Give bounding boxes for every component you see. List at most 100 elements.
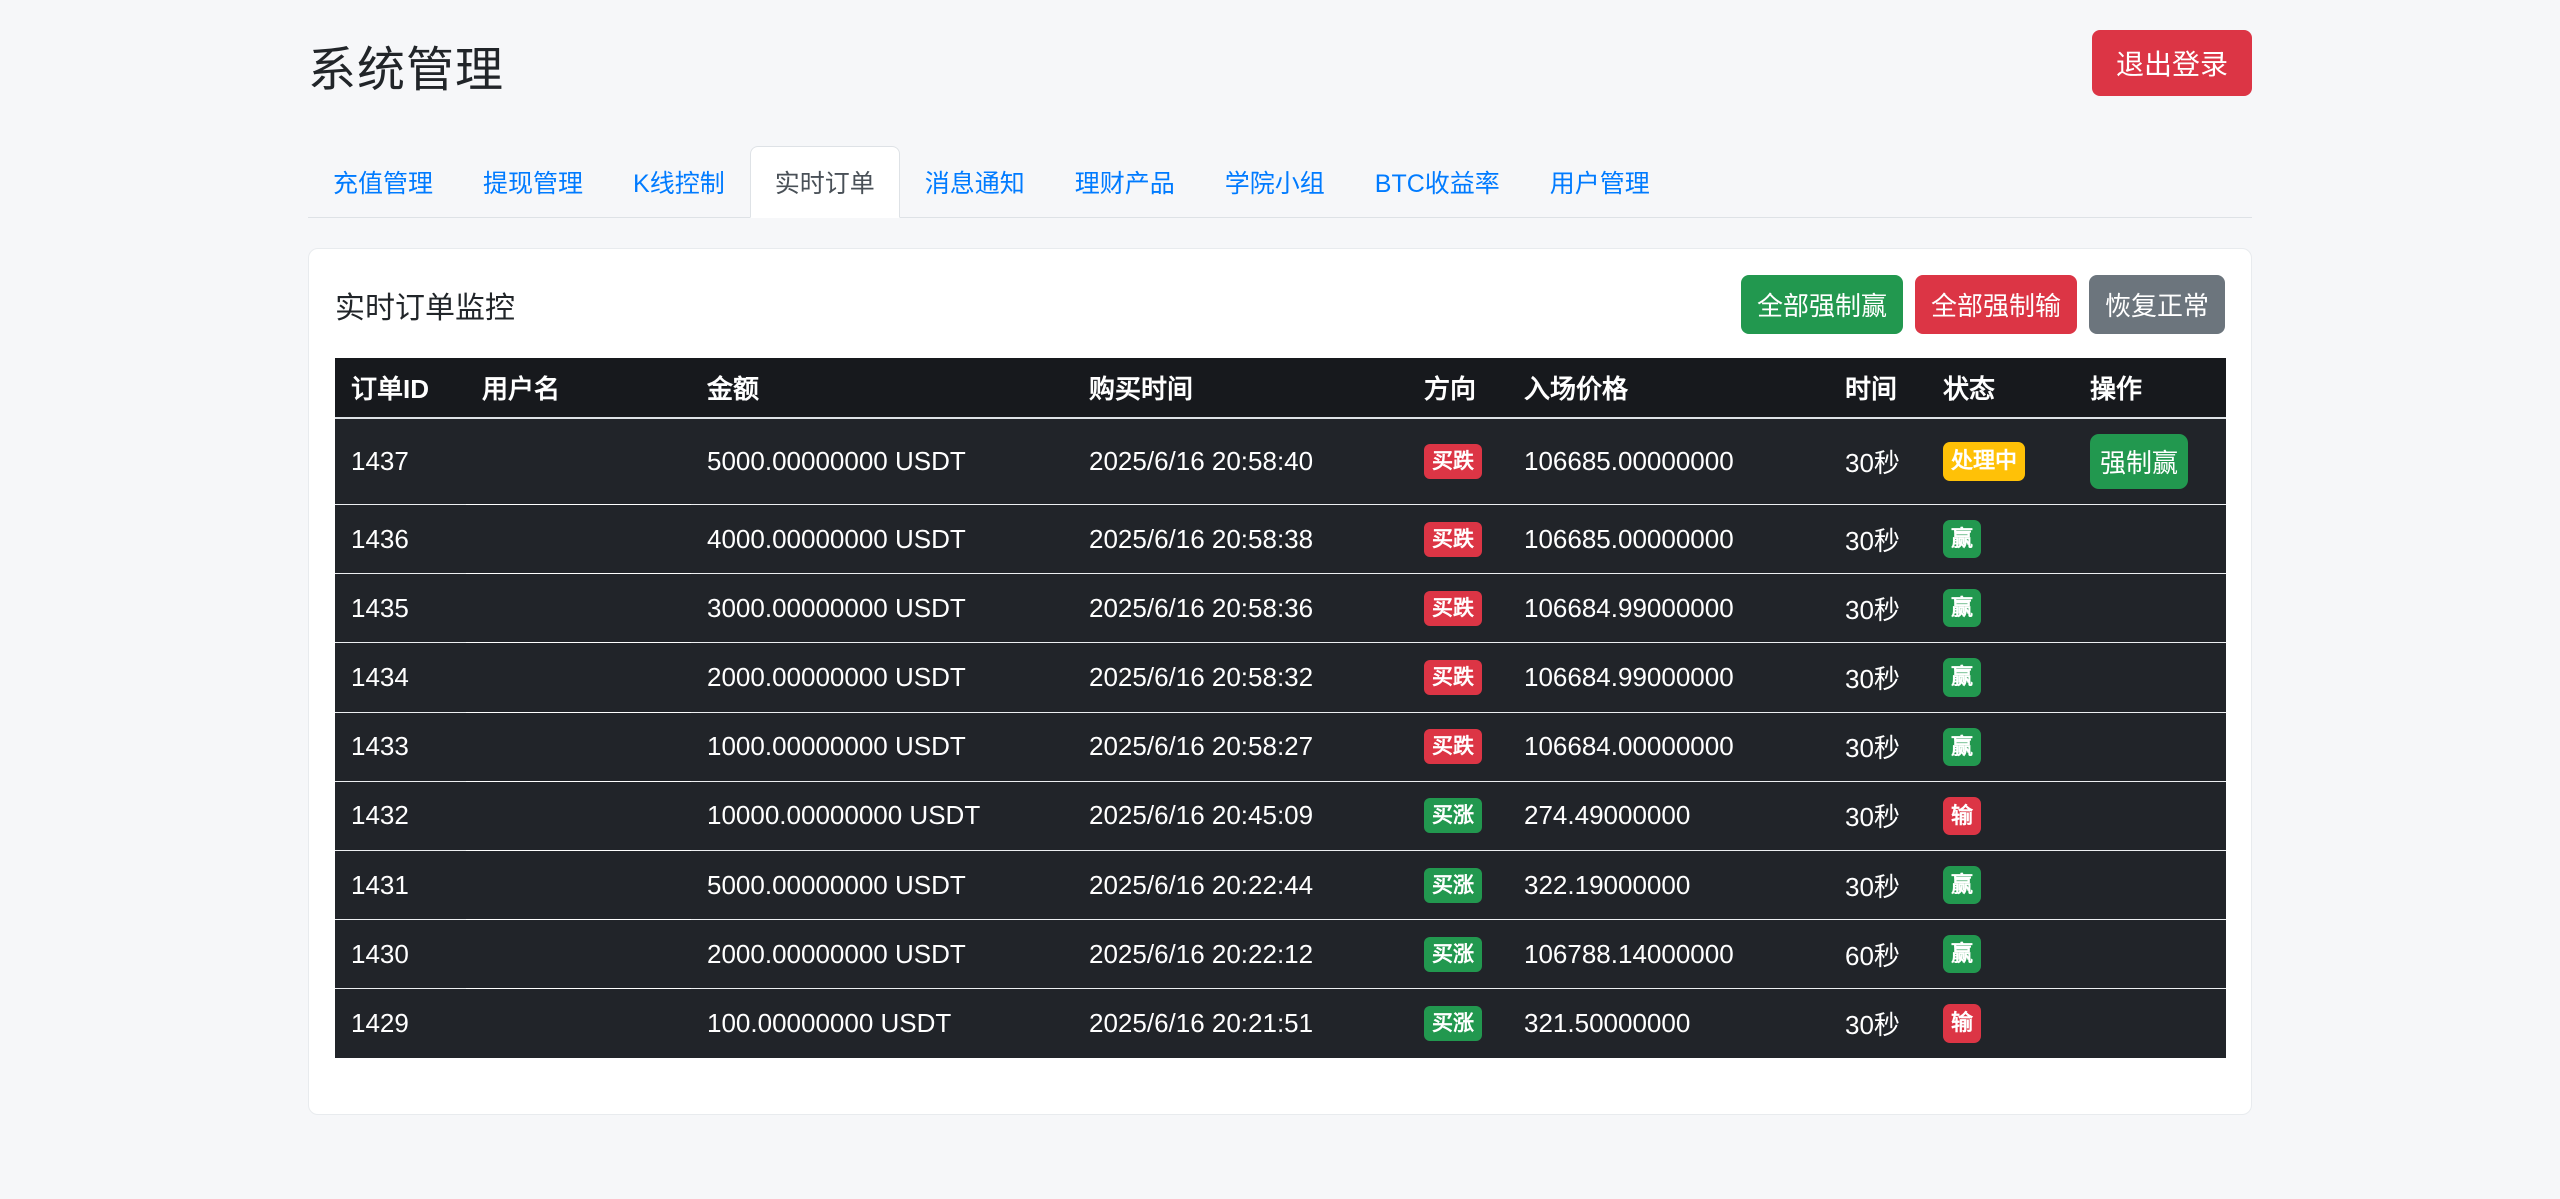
direction-badge: 买跌: [1424, 659, 1482, 695]
amount-cell: 2000.00000000 USDT: [691, 919, 1073, 989]
panel-title: 实时订单监控: [335, 291, 515, 325]
entry-price-cell: 106788.14000000: [1508, 919, 1829, 989]
username-cell: [466, 418, 691, 505]
duration-cell: 30秒: [1829, 849, 1927, 920]
direction-badge: 买涨: [1424, 798, 1482, 834]
duration-cell: 30秒: [1829, 711, 1927, 782]
bulk-action-buttons: 全部强制赢 全部强制输 恢复正常: [1740, 275, 2225, 334]
bulk-action-button-2[interactable]: 恢复正常: [2088, 275, 2225, 334]
username-cell: [466, 642, 691, 713]
table-row: 1432 10000.00000000 USDT 2025/6/16 20:45:0…: [335, 780, 2226, 851]
status-cell: 输: [1927, 780, 2074, 851]
tab-item-8[interactable]: 用户管理: [1525, 146, 1675, 218]
action-cell: [2074, 849, 2226, 920]
status-badge: 赢: [1943, 520, 1982, 559]
action-cell: [2074, 642, 2226, 713]
tab-item-0[interactable]: 充值管理: [308, 146, 458, 218]
entry-price-cell: 322.19000000: [1508, 849, 1829, 920]
logout-button[interactable]: 退出登录: [2091, 30, 2252, 96]
duration-cell: 30秒: [1829, 988, 1927, 1058]
orders-table-head: 订单ID 用户名 金额 购买时间 方向 入场价格 时间 状态 操作: [335, 358, 2226, 419]
buy-time-cell: 2025/6/16 20:58:36: [1073, 573, 1408, 643]
bulk-action-button-1[interactable]: 全部强制输: [1914, 275, 2077, 334]
buy-time-cell: 2025/6/16 20:21:51: [1073, 988, 1408, 1058]
entry-price-cell: 106684.99000000: [1508, 573, 1829, 643]
table-row: 1433 1000.00000000 USDT 2025/6/16 20:58:27…: [335, 711, 2226, 782]
status-badge: 赢: [1943, 658, 1982, 697]
status-badge: 赢: [1943, 865, 1982, 905]
duration-cell: 30秒: [1829, 573, 1927, 643]
tab-item-5[interactable]: 理财产品: [1050, 146, 1200, 218]
tab-item-4[interactable]: 消息通知: [900, 146, 1050, 218]
order-id-cell: 1434: [335, 642, 466, 713]
direction-cell: 买涨: [1408, 849, 1508, 920]
username-cell: [466, 780, 691, 851]
order-id-cell: 1433: [335, 711, 466, 782]
tab-item-6[interactable]: 学院小组: [1200, 146, 1350, 218]
status-badge: 赢: [1943, 589, 1982, 628]
direction-badge: 买跌: [1424, 444, 1482, 479]
status-cell: 输: [1927, 988, 2074, 1058]
username-cell: [466, 711, 691, 782]
order-id-cell: 1437: [335, 418, 466, 505]
main-container: 系统管理 退出登录 充值管理 提现管理 K线控制 实时订单 消息通知 理财产品 学院小组 BT…: [308, 0, 2252, 1115]
action-cell: [2074, 573, 2226, 643]
amount-cell: 4000.00000000 USDT: [691, 503, 1073, 574]
direction-badge: 买涨: [1424, 1005, 1482, 1041]
order-id-cell: 1429: [335, 988, 466, 1058]
status-cell: 赢: [1927, 919, 2074, 989]
force-win-button[interactable]: 强制赢: [2090, 434, 2189, 489]
column-header-1: 用户名: [466, 358, 691, 419]
username-cell: [466, 849, 691, 920]
orders-table-body: 1437 5000.00000000 USDT 2025/6/16 20:58:40…: [335, 418, 2226, 1058]
bulk-action-button-0[interactable]: 全部强制赢: [1740, 275, 1903, 334]
buy-time-cell: 2025/6/16 20:58:27: [1073, 711, 1408, 782]
column-header-4: 方向: [1408, 358, 1508, 419]
order-id-cell: 1432: [335, 780, 466, 851]
column-header-7: 状态: [1927, 358, 2074, 419]
username-cell: [466, 988, 691, 1058]
column-header-5: 入场价格: [1508, 358, 1829, 419]
status-cell: 赢: [1927, 573, 2074, 643]
column-header-2: 金额: [691, 358, 1073, 419]
tab-item-1[interactable]: 提现管理: [458, 146, 608, 218]
amount-cell: 5000.00000000 USDT: [691, 418, 1073, 505]
column-header-8: 操作: [2074, 358, 2226, 419]
username-cell: [466, 573, 691, 643]
page-title: 系统管理: [308, 44, 505, 97]
orders-card: 实时订单监控 全部强制赢 全部强制输 恢复正常 订单ID 用户名 金额 购买时间 方向 入场价…: [308, 248, 2252, 1115]
direction-cell: 买涨: [1408, 919, 1508, 989]
tab-item-2[interactable]: K线控制: [608, 146, 750, 218]
entry-price-cell: 274.49000000: [1508, 780, 1829, 851]
action-cell: [2074, 711, 2226, 782]
tab-item-7[interactable]: BTC收益率: [1350, 146, 1525, 218]
action-cell: [2074, 503, 2226, 574]
action-cell: [2074, 919, 2226, 989]
tab-item-3[interactable]: 实时订单: [749, 146, 900, 218]
direction-cell: 买涨: [1408, 780, 1508, 851]
status-badge: 输: [1943, 1004, 1982, 1043]
direction-badge: 买跌: [1424, 521, 1482, 557]
column-header-0: 订单ID: [335, 358, 466, 419]
order-id-cell: 1435: [335, 573, 466, 643]
status-cell: 赢: [1927, 503, 2074, 574]
table-row: 1435 3000.00000000 USDT 2025/6/16 20:58:36…: [335, 573, 2226, 643]
table-row: 1434 2000.00000000 USDT 2025/6/16 20:58:32…: [335, 642, 2226, 713]
table-row: 1429 100.00000000 USDT 2025/6/16 20:21:51 买…: [335, 988, 2226, 1058]
duration-cell: 30秒: [1829, 642, 1927, 713]
entry-price-cell: 106684.00000000: [1508, 711, 1829, 782]
buy-time-cell: 2025/6/16 20:45:09: [1073, 780, 1408, 851]
column-header-3: 购买时间: [1073, 358, 1408, 419]
order-id-cell: 1431: [335, 849, 466, 920]
username-cell: [466, 503, 691, 574]
direction-cell: 买跌: [1408, 711, 1508, 782]
entry-price-cell: 106684.99000000: [1508, 642, 1829, 713]
status-cell: 处理中: [1927, 418, 2074, 505]
order-id-cell: 1430: [335, 919, 466, 989]
status-badge: 输: [1943, 796, 1982, 835]
entry-price-cell: 106685.00000000: [1508, 503, 1829, 574]
page-header: 系统管理 退出登录: [308, 30, 2252, 100]
direction-cell: 买跌: [1408, 642, 1508, 713]
action-cell: 强制赢: [2074, 418, 2226, 505]
entry-price-cell: 106685.00000000: [1508, 418, 1829, 505]
